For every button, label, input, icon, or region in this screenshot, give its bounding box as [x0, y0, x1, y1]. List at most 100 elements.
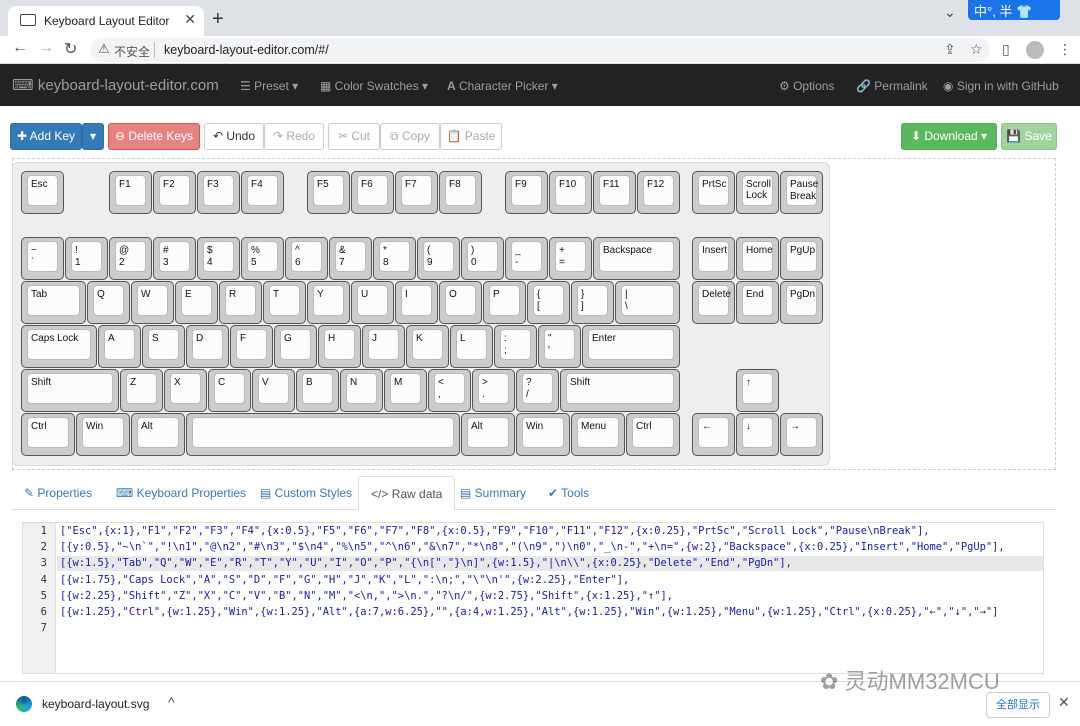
key[interactable]: Shift	[560, 369, 680, 412]
key[interactable]: PgUp	[780, 237, 823, 280]
key[interactable]: C	[208, 369, 251, 412]
reload-button[interactable]: ↻	[64, 39, 77, 59]
key[interactable]: U	[351, 281, 394, 324]
key[interactable]: }]	[571, 281, 614, 324]
key[interactable]: @2	[109, 237, 152, 280]
key[interactable]: Shift	[21, 369, 119, 412]
key[interactable]: V	[252, 369, 295, 412]
key[interactable]: Y	[307, 281, 350, 324]
key[interactable]: $4	[197, 237, 240, 280]
key[interactable]: #3	[153, 237, 196, 280]
key[interactable]: I	[395, 281, 438, 324]
key[interactable]: Win	[516, 413, 570, 456]
new-tab-button[interactable]: +	[212, 8, 224, 31]
ime-indicator[interactable]: 中°, 半 👕	[968, 0, 1060, 20]
key[interactable]: >.	[472, 369, 515, 412]
key[interactable]	[186, 413, 460, 456]
key[interactable]: Caps Lock	[21, 325, 97, 368]
key[interactable]: ←	[692, 413, 735, 456]
tab-properties[interactable]: ✎ Properties	[12, 476, 104, 510]
key[interactable]: :;	[494, 325, 537, 368]
key[interactable]: F12	[637, 171, 680, 214]
key[interactable]: F2	[153, 171, 196, 214]
key[interactable]: F6	[351, 171, 394, 214]
key[interactable]: R	[219, 281, 262, 324]
github-signin-link[interactable]: ◉ Sign in with GitHub	[943, 79, 1059, 93]
profile-avatar[interactable]	[1026, 41, 1044, 59]
url-text[interactable]: keyboard-layout-editor.com/#/	[164, 43, 329, 57]
brand-link[interactable]: ⌨ keyboard-layout-editor.com	[12, 76, 219, 94]
key[interactable]: F8	[439, 171, 482, 214]
key[interactable]: O	[439, 281, 482, 324]
tab-search-icon[interactable]: ⌄	[944, 4, 956, 21]
key[interactable]: W	[131, 281, 174, 324]
download-file-name[interactable]: keyboard-layout.svg	[42, 697, 149, 711]
key[interactable]: ~ `	[21, 237, 64, 280]
key[interactable]: <,	[428, 369, 471, 412]
key[interactable]: D	[186, 325, 229, 368]
key[interactable]: J	[362, 325, 405, 368]
key[interactable]: Ctrl	[626, 413, 680, 456]
forward-button[interactable]: →	[38, 39, 54, 57]
key[interactable]: Menu	[571, 413, 625, 456]
key[interactable]: Insert	[692, 237, 735, 280]
key[interactable]: Q	[87, 281, 130, 324]
tab-raw-data[interactable]: </> Raw data	[358, 476, 456, 510]
key[interactable]: B	[296, 369, 339, 412]
key[interactable]: ) 0	[461, 237, 504, 280]
key[interactable]: Delete	[692, 281, 735, 324]
paste-button[interactable]: 📋 Paste	[440, 123, 502, 150]
delete-keys-button[interactable]: ⊖ Delete Keys	[108, 123, 200, 150]
color-swatches-menu[interactable]: ▦ Color Swatches ▾	[320, 79, 428, 93]
key[interactable]: N	[340, 369, 383, 412]
key[interactable]: ! 1	[65, 237, 108, 280]
key[interactable]: ^ 6	[285, 237, 328, 280]
code-line[interactable]: [{w:1.5},"Tab","Q","W","E","R","T","Y","…	[60, 557, 792, 569]
key[interactable]: Ctrl	[21, 413, 75, 456]
key[interactable]: | \	[615, 281, 680, 324]
code-line[interactable]: [{w:1.25},"Ctrl",{w:1.25},"Win",{w:1.25}…	[60, 606, 998, 618]
key[interactable]: (9	[417, 237, 460, 280]
code-line[interactable]: ["Esc",{x:1},"F1","F2","F3","F4",{x:0.5}…	[60, 525, 930, 537]
code-line[interactable]: [{w:1.75},"Caps Lock","A","S","D","F","G…	[60, 574, 629, 586]
key[interactable]: ? /	[516, 369, 559, 412]
key[interactable]: ↓	[736, 413, 779, 456]
bookmark-star-icon[interactable]: ☆	[970, 41, 983, 58]
share-icon[interactable]: ⇪	[944, 41, 956, 58]
copy-button[interactable]: ⧉ Copy	[380, 123, 440, 150]
key[interactable]: M	[384, 369, 427, 412]
key[interactable]: % 5	[241, 237, 284, 280]
preset-menu[interactable]: ☰ Preset ▾	[240, 79, 298, 93]
code-line[interactable]: [{w:2.25},"Shift","Z","X","C","V","B","N…	[60, 590, 673, 602]
key[interactable]: PrtSc	[692, 171, 735, 214]
download-button[interactable]: ⬇ Download ▾	[901, 123, 997, 150]
url-field[interactable]: ⚠ 不安全 keyboard-layout-editor.com/#/	[90, 38, 990, 62]
tab-summary[interactable]: ▤ Summary	[448, 476, 538, 510]
cut-button[interactable]: ✂ Cut	[328, 123, 380, 150]
key[interactable]: F10	[549, 171, 592, 214]
key[interactable]: F3	[197, 171, 240, 214]
insecure-label[interactable]: 不安全	[114, 43, 150, 60]
key[interactable]: F1	[109, 171, 152, 214]
key[interactable]: →	[780, 413, 823, 456]
key[interactable]: F9	[505, 171, 548, 214]
key[interactable]: _ -	[505, 237, 548, 280]
chevron-up-icon[interactable]: ^	[168, 694, 175, 710]
key[interactable]: H	[318, 325, 361, 368]
key[interactable]: F7	[395, 171, 438, 214]
code-line[interactable]: [{y:0.5},"~\n`","!\n1","@\n2","#\n3","$\…	[60, 541, 1005, 553]
key[interactable]: K	[406, 325, 449, 368]
key[interactable]: ↑	[736, 369, 779, 412]
key[interactable]: F4	[241, 171, 284, 214]
key[interactable]: " '	[538, 325, 581, 368]
key[interactable]: Home	[736, 237, 779, 280]
add-key-button[interactable]: ✚ Add Key	[10, 123, 82, 150]
key[interactable]: PgDn	[780, 281, 823, 324]
key[interactable]: S	[142, 325, 185, 368]
key[interactable]: Win	[76, 413, 130, 456]
options-link[interactable]: ⚙ Options	[779, 79, 834, 93]
key[interactable]: & 7	[329, 237, 372, 280]
key[interactable]: Alt	[461, 413, 515, 456]
key[interactable]: P	[483, 281, 526, 324]
permalink-link[interactable]: 🔗 Permalink	[856, 79, 928, 93]
